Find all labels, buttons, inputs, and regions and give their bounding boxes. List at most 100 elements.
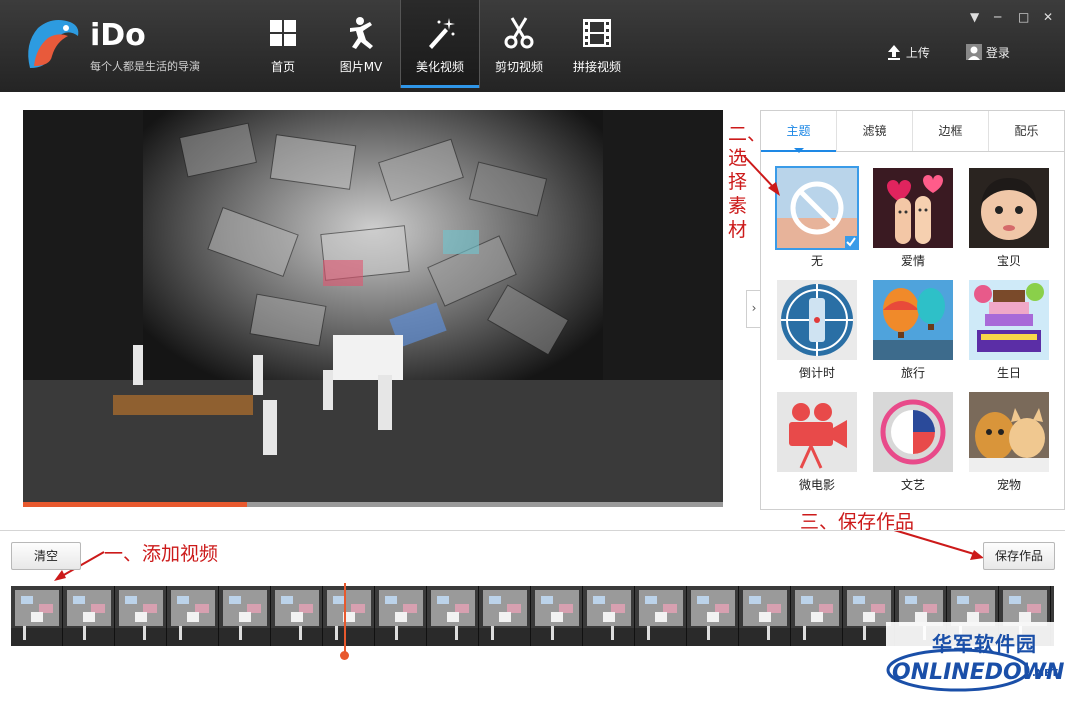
theme-thumb [967,390,1051,474]
timeline-frame-thumbnail [167,586,219,646]
section-divider [0,530,1065,531]
app-name: iDo [90,18,146,53]
theme-thumb [967,166,1051,250]
timeline-frame-thumbnail [635,586,687,646]
upload-button[interactable]: 上传 [886,44,930,61]
theme-tile-love[interactable]: 爱情 [871,166,955,269]
app-slogan: 每个人都是生活的导演 [90,60,200,73]
theme-tile-baby[interactable]: 宝贝 [967,166,1051,269]
login-button[interactable]: 登录 [966,44,1010,61]
playback-progress-fill [23,502,247,507]
material-panel: 主题 滤镜 边框 配乐 无 爱情 宝贝 倒计时 旅行 生日 微电影 文艺 宠物 [760,110,1065,510]
theme-thumb [775,278,859,362]
film-strip-icon [583,19,611,47]
timeline-frame-thumbnail [531,586,583,646]
theme-thumb [871,278,955,362]
onlinedown-watermark: 华军软件园 ONLINEDOWN .NET [886,622,1065,701]
annotation-step1: 一、添加视频 [104,543,219,565]
theme-label: 旅行 [900,366,925,380]
theme-thumb [871,166,955,250]
theme-thumb [775,390,859,474]
home-grid-icon [270,20,296,46]
ido-logo-icon [28,20,79,68]
video-preview[interactable] [23,110,723,506]
nav-photo-mv-label: 图片MV [339,60,383,74]
scissors-icon [504,17,534,49]
theme-label: 微电影 [798,478,835,492]
theme-thumb [871,390,955,474]
pet-theme-icon [969,392,1049,472]
timeline-frame-thumbnail [739,586,791,646]
theme-label: 生日 [996,366,1021,380]
timeline-frame-thumbnail [375,586,427,646]
timeline-frame-thumbnail [687,586,739,646]
timeline-frame-thumbnail [427,586,479,646]
timeline-frame-thumbnail [583,586,635,646]
dropdown-icon[interactable]: ▼ [970,10,979,24]
theme-label: 无 [810,254,823,268]
watermark-cn: 华军软件园 [932,632,1037,656]
title-bar: iDo 每个人都是生活的导演 首页 图片MV 美化视频 剪切视频 拼接视频 ▼ … [0,0,1065,92]
timeline-frame-thumbnail [219,586,271,646]
theme-tile-countdown[interactable]: 倒计时 [775,278,859,381]
minimize-button[interactable]: ─ [994,10,1001,24]
theme-tile-birthday[interactable]: 生日 [967,278,1051,381]
upload-label: 上传 [905,46,930,60]
dancer-icon [350,17,373,49]
nav-beautify-video-label: 美化视频 [415,60,464,74]
timeline-frame-thumbnail [115,586,167,646]
timeline-frame-thumbnail [271,586,323,646]
timeline-frame-thumbnail [791,586,843,646]
nav-cut-video-label: 剪切视频 [494,60,543,74]
nav-join-video[interactable]: 拼接视频 [558,0,636,88]
timeline-playhead-handle[interactable] [340,651,349,660]
user-icon [966,44,982,60]
balloon-icon [873,280,953,360]
nav-home-label: 首页 [270,60,295,74]
main-nav: 首页 图片MV 美化视频 剪切视频 拼接视频 [244,0,636,88]
annotation-arrow-2 [743,155,780,196]
birthday-cake-icon [969,280,1049,360]
baby-theme-icon [969,168,1049,248]
art-theme-icon [873,392,953,472]
theme-tile-art[interactable]: 文艺 [871,390,955,493]
stage-scene-image [23,110,723,506]
tab-music[interactable]: 配乐 [989,111,1064,151]
tab-filter[interactable]: 滤镜 [837,111,913,151]
watermark-suffix: .NET [1032,668,1058,679]
theme-label: 文艺 [900,478,925,492]
timeline-frame-thumbnail [11,586,63,646]
chevron-right-icon: › [751,301,757,315]
clear-button[interactable]: 清空 [11,542,81,570]
theme-label: 宠物 [996,478,1021,492]
nav-photo-mv[interactable]: 图片MV [322,0,400,88]
love-theme-icon [873,168,953,248]
timeline-frame-thumbnail [323,586,375,646]
nav-cut-video[interactable]: 剪切视频 [480,0,558,88]
theme-label: 宝贝 [996,254,1021,268]
magic-wand-icon [429,18,455,49]
material-tabs: 主题 滤镜 边框 配乐 [761,111,1064,153]
theme-label: 倒计时 [798,366,835,380]
countdown-icon [777,280,857,360]
timeline-frame-thumbnail [479,586,531,646]
close-button[interactable]: ✕ [1043,10,1053,24]
movie-camera-icon [777,392,857,472]
theme-thumb [967,278,1051,362]
theme-label: 爱情 [900,254,925,268]
tab-theme[interactable]: 主题 [761,111,837,153]
playback-progress[interactable] [23,502,723,507]
timeline-playhead[interactable] [344,583,346,655]
nav-beautify-video[interactable]: 美化视频 [400,0,480,88]
annotation-arrow-3 [893,529,984,560]
nav-home[interactable]: 首页 [244,0,322,88]
theme-tile-micro-film[interactable]: 微电影 [775,390,859,493]
timeline-frame-thumbnail [63,586,115,646]
save-work-button[interactable]: 保存作品 [983,542,1055,570]
nav-join-video-label: 拼接视频 [572,60,621,74]
maximize-button[interactable]: □ [1018,10,1029,24]
tab-border[interactable]: 边框 [913,111,989,151]
theme-tile-travel[interactable]: 旅行 [871,278,955,381]
theme-tile-pet[interactable]: 宠物 [967,390,1051,493]
login-label: 登录 [985,46,1010,60]
